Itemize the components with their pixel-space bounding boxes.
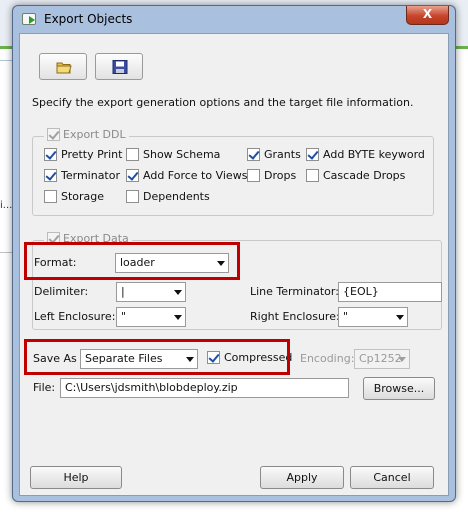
show-schema-option[interactable]: Show Schema — [126, 148, 220, 161]
delimiter-value: | — [121, 285, 125, 298]
format-highlight-box — [24, 242, 240, 280]
drops-label: Drops — [264, 169, 297, 182]
dependents-option[interactable]: Dependents — [126, 190, 210, 203]
chevron-down-icon — [170, 283, 185, 301]
terminator-label: Terminator — [61, 169, 120, 182]
grants-checkbox[interactable] — [247, 148, 260, 161]
dialog-content: Specify the export generation options an… — [19, 33, 449, 496]
grants-option[interactable]: Grants — [247, 148, 301, 161]
dialog-title: Export Objects — [44, 12, 133, 26]
open-file-button[interactable] — [39, 53, 87, 80]
delimiter-label: Delimiter: — [34, 285, 89, 298]
cascade-drops-checkbox[interactable] — [306, 169, 319, 182]
encoding-label: Encoding: — [300, 352, 355, 365]
file-label: File: — [33, 381, 56, 394]
add-byte-keyword-checkbox[interactable] — [306, 148, 319, 161]
left-enclosure-label: Left Enclosure: — [34, 310, 116, 323]
cascade-drops-label: Cascade Drops — [323, 169, 406, 182]
file-path-input[interactable]: C:\Users\jdsmith\blobdeploy.zip — [60, 378, 349, 398]
terminator-option[interactable]: Terminator — [44, 169, 120, 182]
show-schema-checkbox[interactable] — [126, 148, 139, 161]
folder-open-icon — [56, 62, 72, 74]
title-bar[interactable]: Export Objects X — [13, 6, 455, 32]
add-force-to-views-option[interactable]: Add Force to Views — [126, 169, 247, 182]
show-schema-label: Show Schema — [143, 148, 221, 161]
browse-button[interactable]: Browse... — [363, 377, 435, 400]
close-button[interactable]: X — [406, 6, 449, 25]
help-button[interactable]: Help — [30, 466, 122, 489]
pretty-print-label: Pretty Print — [61, 148, 123, 161]
export-ddl-checkbox[interactable] — [47, 128, 60, 141]
export-ddl-toggle[interactable]: Export DDL — [44, 128, 129, 141]
add-byte-keyword-label: Add BYTE keyword — [323, 148, 425, 161]
storage-label: Storage — [61, 190, 105, 203]
chevron-down-icon — [392, 308, 407, 326]
save-as-highlight-box — [24, 339, 290, 375]
storage-option[interactable]: Storage — [44, 190, 104, 203]
grants-label: Grants — [264, 148, 301, 161]
right-enclosure-dropdown[interactable]: " — [338, 307, 408, 327]
delimiter-dropdown[interactable]: | — [116, 282, 186, 302]
pretty-print-option[interactable]: Pretty Print — [44, 148, 122, 161]
add-byte-keyword-option[interactable]: Add BYTE keyword — [306, 148, 425, 161]
add-force-to-views-label: Add Force to Views — [143, 169, 248, 182]
floppy-save-icon — [112, 60, 128, 74]
right-enclosure-value: " — [343, 310, 349, 323]
chevron-down-icon — [170, 308, 185, 326]
chevron-down-icon — [394, 350, 409, 368]
terminator-checkbox[interactable] — [44, 169, 57, 182]
drops-option[interactable]: Drops — [247, 169, 296, 182]
left-enclosure-dropdown[interactable]: " — [116, 307, 186, 327]
dependents-checkbox[interactable] — [126, 190, 139, 203]
drops-checkbox[interactable] — [247, 169, 260, 182]
export-objects-dialog: Export Objects X Specify the export gene… — [12, 5, 456, 502]
line-terminator-input[interactable]: {EOL} — [338, 282, 442, 302]
pretty-print-checkbox[interactable] — [44, 148, 57, 161]
cancel-button[interactable]: Cancel — [350, 466, 434, 489]
cascade-drops-option[interactable]: Cascade Drops — [306, 169, 405, 182]
apply-button[interactable]: Apply — [260, 466, 344, 489]
storage-checkbox[interactable] — [44, 190, 57, 203]
export-app-icon — [22, 13, 36, 25]
description-text: Specify the export generation options an… — [32, 96, 414, 109]
encoding-dropdown[interactable]: Cp1252 — [354, 349, 410, 369]
line-terminator-label: Line Terminator: — [250, 285, 339, 298]
background-text-fragment: i... — [0, 200, 13, 211]
left-enclosure-value: " — [121, 310, 127, 323]
dependents-label: Dependents — [143, 190, 210, 203]
export-ddl-label: Export DDL — [63, 128, 126, 141]
right-enclosure-label: Right Enclosure: — [250, 310, 340, 323]
add-force-to-views-checkbox[interactable] — [126, 169, 139, 182]
save-file-button[interactable] — [95, 53, 143, 80]
